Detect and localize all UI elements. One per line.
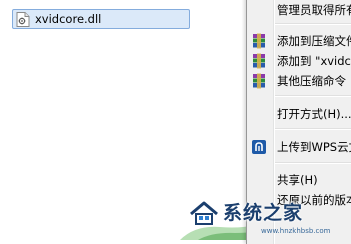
menu-item-label: 其他压缩命令 <box>277 74 346 88</box>
wps-cloud-icon <box>252 140 266 154</box>
menu-item-label: 打开方式(H)... <box>277 107 351 121</box>
menu-item-add-to-archive[interactable]: 添加到压缩文件 <box>247 31 351 51</box>
watermark-url: www.hnzkhbsb.com <box>261 227 331 235</box>
watermark-title: 系统之家 <box>223 202 304 224</box>
winrar-icon <box>253 33 265 49</box>
winrar-icon <box>253 53 265 69</box>
menu-item-other-compress-commands[interactable]: 其他压缩命令 <box>247 71 351 91</box>
watermark: 系统之家 www.hnzkhbsb.com <box>183 194 351 240</box>
menu-separator <box>275 128 351 130</box>
menu-separator <box>275 162 351 164</box>
menu-item-upload-wps-cloud[interactable]: 上传到WPS云文 <box>247 137 351 157</box>
menu-item-label: 共享(H) <box>277 173 318 187</box>
menu-item-share[interactable]: 共享(H) <box>247 170 351 190</box>
menu-item-add-to-named-archive[interactable]: 添加到 "xvidco <box>247 51 351 71</box>
menu-item-open-with[interactable]: 打开方式(H)... <box>247 104 351 124</box>
menu-item-label: 添加到压缩文件 <box>277 34 351 48</box>
watermark-logo-icon <box>190 201 218 225</box>
menu-separator <box>275 23 351 25</box>
file-item-selected[interactable]: xvidcore.dll <box>12 9 190 29</box>
menu-separator <box>275 95 351 97</box>
file-name-label: xvidcore.dll <box>35 12 102 26</box>
menu-item-label: 管理员取得所有 <box>277 3 351 17</box>
menu-item-take-ownership[interactable]: 管理员取得所有 <box>247 0 351 20</box>
menu-item-label: 添加到 "xvidco <box>277 54 351 68</box>
winrar-icon <box>253 73 265 89</box>
menu-item-label: 上传到WPS云文 <box>277 140 351 154</box>
dll-file-icon <box>16 12 30 27</box>
